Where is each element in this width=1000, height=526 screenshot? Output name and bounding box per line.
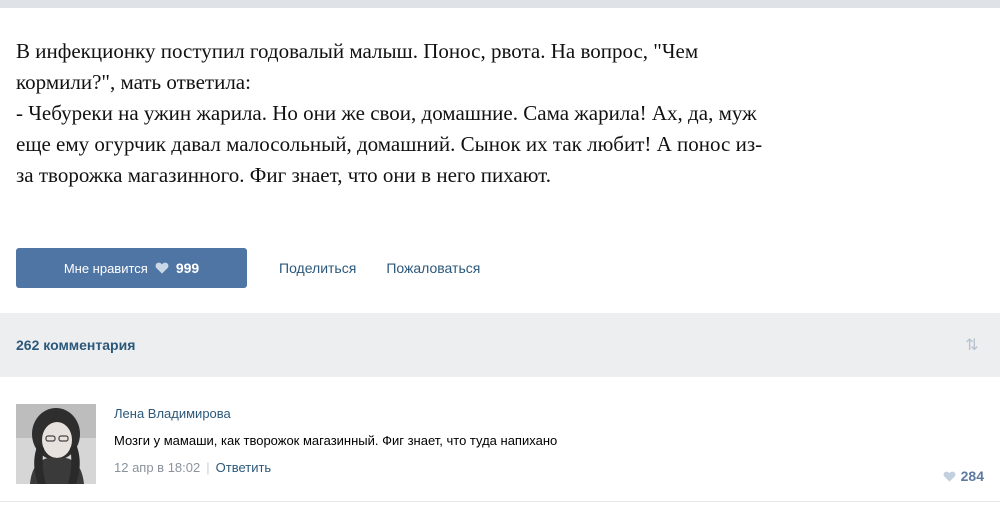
post-line: за творожка магазинного. Фиг знает, что … — [16, 163, 552, 187]
like-count: 999 — [175, 260, 200, 276]
comment-author[interactable]: Лена Владимирова — [114, 406, 974, 421]
heart-icon — [155, 262, 169, 274]
post-line: еще ему огурчик давал малосольный, домаш… — [16, 132, 763, 156]
comments-count[interactable]: 262 комментария — [16, 337, 135, 353]
comment-meta: 12 апр в 18:02 | Ответить — [114, 460, 974, 475]
comment-like-count: 284 — [960, 468, 984, 484]
avatar[interactable] — [16, 404, 96, 484]
like-label: Мне нравится — [63, 260, 148, 276]
sort-icon[interactable]: ⇅ — [960, 335, 984, 355]
post-line: В инфекционку поступил годовалый малыш. … — [16, 39, 699, 63]
comment-like-button[interactable]: 284 — [943, 468, 984, 484]
comment-date[interactable]: 12 апр в 18:02 — [114, 460, 200, 475]
post-text: В инфекционку поступил годовалый малыш. … — [16, 36, 988, 191]
comment-text: Мозги у мамаши, как творожок магазинный.… — [114, 433, 558, 448]
meta-separator: | — [206, 460, 210, 475]
like-button[interactable]: Мне нравится 999 — [16, 248, 247, 288]
post-line: - Чебуреки на ужин жарила. Но они же сво… — [16, 101, 757, 125]
avatar-photo — [16, 404, 96, 484]
divider — [0, 501, 1000, 502]
post-actions: Мне нравится 999 Поделиться Пожаловаться — [16, 248, 480, 288]
comments-header: 262 комментария ⇅ — [0, 313, 1000, 377]
comment-item: Лена Владимирова Мозги у мамаши, как тво… — [16, 404, 984, 486]
reply-link[interactable]: Ответить — [216, 460, 272, 475]
comment-body: Лена Владимирова Мозги у мамаши, как тво… — [114, 404, 974, 475]
share-link[interactable]: Поделиться — [279, 260, 356, 276]
heart-icon — [943, 471, 956, 482]
top-divider — [0, 0, 1000, 8]
report-link[interactable]: Пожаловаться — [386, 260, 480, 276]
post-line: кормили?", мать ответила: — [16, 70, 251, 94]
